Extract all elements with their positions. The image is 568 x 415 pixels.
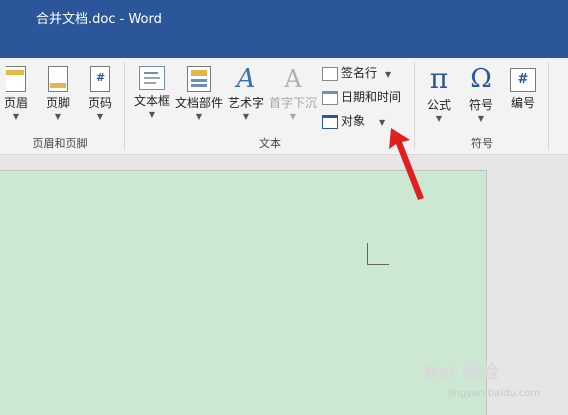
- page-number-label: 页码: [87, 96, 112, 110]
- signature-line-label: 签名行: [341, 66, 378, 80]
- group-label-text: 文本: [259, 137, 281, 150]
- wordart-icon: A: [233, 66, 259, 92]
- dropcap-glyph: A: [284, 65, 302, 93]
- footer-label: 页脚: [45, 96, 70, 110]
- chevron-down-icon: ▼: [148, 110, 156, 119]
- drop-cap-button[interactable]: A 首字下沉 ▼: [268, 66, 318, 121]
- title-bar: 合并文档.doc - Word: [0, 0, 568, 58]
- group-separator: [124, 62, 125, 150]
- symbol-button[interactable]: Ω 符号 ▼: [462, 64, 500, 123]
- number-label: 编号: [510, 96, 535, 110]
- omega-icon: Ω: [470, 64, 492, 94]
- watermark-url: jingyan.baidu.com: [448, 388, 541, 399]
- header-label: 页眉: [3, 96, 28, 110]
- hash-icon: #: [96, 71, 106, 84]
- number-icon: #: [510, 68, 536, 92]
- wordart-glyph: A: [236, 64, 256, 94]
- object-icon: [322, 114, 338, 129]
- watermark: Bai 经验: [424, 362, 499, 383]
- chevron-down-icon: ▼: [477, 114, 485, 123]
- quick-parts-button[interactable]: 文档部件 ▼: [174, 66, 224, 121]
- date-time-button[interactable]: 日期和时间: [322, 88, 401, 108]
- window-title: 合并文档.doc - Word: [36, 12, 162, 27]
- chevron-down-icon: ▼: [242, 112, 250, 121]
- margin-corner-mark: [367, 243, 389, 265]
- wordart-button[interactable]: A 艺术字 ▼: [226, 66, 266, 121]
- signature-line-button[interactable]: 签名行 ▼: [322, 64, 391, 84]
- drop-cap-icon: A: [280, 66, 306, 92]
- footer-icon: [48, 66, 68, 92]
- group-label-symbols: 符号: [471, 137, 493, 150]
- header-button[interactable]: 页眉 ▼: [0, 66, 32, 121]
- textbox-button[interactable]: 文本框 ▼: [130, 66, 174, 119]
- textbox-label: 文本框: [133, 94, 170, 108]
- chevron-down-icon: ▼: [289, 112, 297, 121]
- footer-button[interactable]: 页脚 ▼: [42, 66, 74, 121]
- textbox-icon: [139, 66, 165, 90]
- pi-icon: π: [429, 62, 449, 95]
- object-label: 对象: [341, 114, 366, 128]
- annotation-arrow-icon: [389, 128, 424, 200]
- ribbon-insert: 页眉 ▼ 页脚 ▼ # 页码 ▼ 页眉和页脚 文本框 ▼ 文档部件 ▼ A 艺术…: [0, 58, 568, 155]
- quick-parts-label: 文档部件: [174, 96, 223, 110]
- chevron-down-icon: ▼: [385, 70, 392, 79]
- group-label-header-footer: 页眉和页脚: [32, 137, 88, 150]
- signature-line-icon: [322, 66, 338, 81]
- symbol-label: 符号: [468, 98, 493, 112]
- quick-parts-icon: [187, 66, 211, 92]
- chevron-down-icon: ▼: [96, 112, 104, 121]
- header-icon: [6, 66, 26, 92]
- chevron-down-icon: ▼: [195, 112, 203, 121]
- calendar-icon: [322, 90, 338, 105]
- page-number-button[interactable]: # 页码 ▼: [84, 66, 116, 121]
- group-separator: [548, 62, 549, 150]
- object-button[interactable]: 对象 ▼: [322, 112, 385, 132]
- chevron-down-icon: ▼: [54, 112, 62, 121]
- wordart-label: 艺术字: [227, 96, 264, 110]
- drop-cap-label: 首字下沉: [268, 96, 317, 110]
- equation-label: 公式: [426, 98, 451, 112]
- date-time-label: 日期和时间: [341, 90, 402, 104]
- page-number-icon: #: [90, 66, 110, 92]
- number-button[interactable]: # 编号: [504, 68, 542, 111]
- chevron-down-icon: ▼: [12, 112, 20, 121]
- equation-button[interactable]: π 公式 ▼: [420, 62, 458, 124]
